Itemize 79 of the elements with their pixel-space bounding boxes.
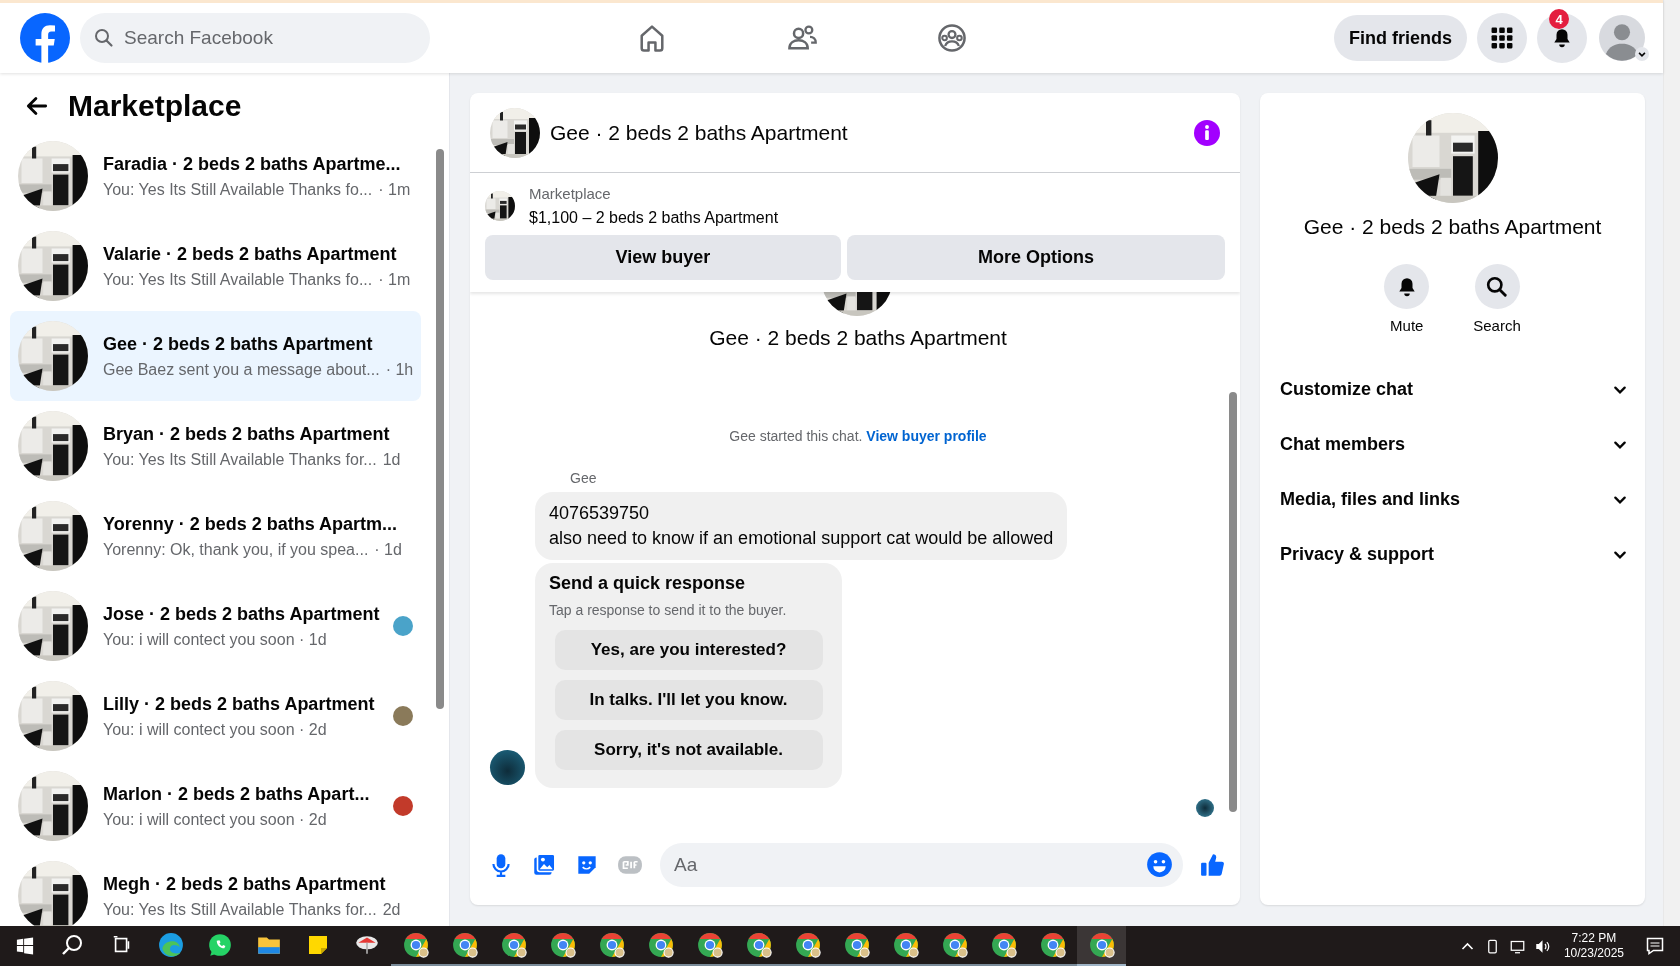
- chat-intro-name: Gee · 2 beds 2 baths Apartment: [709, 326, 1007, 350]
- listing-label: Marketplace: [529, 185, 612, 202]
- message-time: · 1d: [374, 540, 402, 559]
- clock[interactable]: 7:22 PM 10/23/2025: [1563, 931, 1624, 961]
- conversation-name: Yorenny · 2 beds 2 baths Apartm...: [103, 513, 399, 535]
- grid-icon: [1491, 27, 1513, 49]
- conversation-item[interactable]: Jose · 2 beds 2 baths Apartment You: i will contect you soon · 1d: [10, 581, 421, 671]
- conversation-item[interactable]: Valarie · 2 beds 2 baths Apartment You: Yes Its Still Available Thanks fo... · 1m: [10, 221, 421, 311]
- speaker-icon[interactable]: [1534, 938, 1550, 954]
- quick-response-title: Send a quick response: [549, 573, 746, 594]
- message-bubble: 4076539750 also need to know if an emotional support cat would be allowed: [535, 492, 1068, 560]
- message-preview: Yorenny: Ok, thank you, if you spea...: [103, 540, 369, 559]
- avatar: [490, 750, 525, 785]
- quick-response-button[interactable]: Sorry, it's not available.: [554, 730, 823, 770]
- message-field[interactable]: Aa: [660, 843, 1183, 887]
- message-preview: You: Yes Its Still Available Thanks for...: [103, 900, 377, 919]
- chat-title: Gee · 2 beds 2 baths Apartment: [550, 120, 849, 145]
- conversation-name: Faradia · 2 beds 2 baths Apartme...: [103, 153, 402, 175]
- conversation-item[interactable]: Faradia · 2 beds 2 baths Apartme... You: Yes Its Still Available Thanks fo... · 1m: [10, 131, 421, 221]
- section-header[interactable]: Media, files and links: [1260, 472, 1645, 527]
- message-preview: You: Yes Its Still Available Thanks fo...: [103, 180, 373, 199]
- message-preview: Gee Baez sent you a message about...: [103, 360, 380, 379]
- info-icon[interactable]: [1194, 119, 1220, 146]
- image-icon[interactable]: [531, 852, 557, 878]
- message-preview: You: Yes Its Still Available Thanks for...: [103, 450, 377, 469]
- groups-icon[interactable]: [936, 22, 968, 54]
- message-time: 1d: [382, 450, 401, 469]
- view-profile-link[interactable]: View buyer profile: [866, 428, 987, 444]
- conversation-name: Gee · 2 beds 2 baths Apartment: [103, 333, 374, 355]
- notification-icon[interactable]: [1646, 937, 1664, 955]
- emoji-icon[interactable]: [1146, 851, 1173, 878]
- conversation-item[interactable]: Yorenny · 2 beds 2 baths Apartm... Yorenny: Ok, thank you, if you spea... · 1d: [10, 491, 421, 581]
- notifications-button[interactable]: [1537, 13, 1587, 63]
- start-icon[interactable]: [16, 937, 34, 955]
- quick-response-hint: Tap a response to send it to the buyer.: [549, 602, 787, 618]
- section-header[interactable]: Customize chat: [1260, 362, 1645, 417]
- message-time: · 1m: [378, 270, 411, 289]
- conversation-name: Lilly · 2 beds 2 baths Apartment: [103, 693, 376, 715]
- sender-name: Gee: [570, 470, 598, 486]
- message-preview: You: i will contect you soon · 1d: [103, 630, 327, 649]
- message-time: · 1m: [378, 180, 411, 199]
- message-preview: You: i will contect you soon · 2d: [103, 720, 327, 739]
- conversation-name: Jose · 2 beds 2 baths Apartment: [103, 603, 378, 625]
- section-header[interactable]: Privacy & support: [1260, 527, 1645, 582]
- page-title: Marketplace: [68, 89, 242, 123]
- message-time: · 1h: [385, 360, 414, 379]
- caret-icon[interactable]: [1635, 47, 1649, 61]
- network-icon[interactable]: [1509, 938, 1525, 954]
- conversation-item[interactable]: Gee · 2 beds 2 baths Apartment Gee Baez sent you a message about... · 1h: [10, 311, 421, 401]
- find-friends-button[interactable]: Find friends: [1334, 15, 1467, 61]
- browser-icon[interactable]: [1077, 926, 1126, 966]
- search-icon: [94, 28, 114, 48]
- listing-button[interactable]: View buyer: [485, 235, 841, 280]
- seen-avatar: [1196, 799, 1214, 817]
- chat-name: Gee · 2 beds 2 baths Apartment: [1303, 215, 1602, 239]
- logo-icon[interactable]: [20, 13, 70, 63]
- conversation-name: Valarie · 2 beds 2 baths Apartment: [103, 243, 398, 265]
- message-time: 2d: [382, 900, 401, 919]
- conversation-item[interactable]: Bryan · 2 beds 2 baths Apartment You: Yes Its Still Available Thanks for... 1d: [10, 401, 421, 491]
- page-scrollbar[interactable]: [1663, 0, 1680, 926]
- conversation-name: Marlon · 2 beds 2 baths Apart...: [103, 783, 371, 805]
- chat-started-note: Gee started this chat. View buyer profile: [729, 428, 987, 444]
- section-header[interactable]: Chat members: [1260, 417, 1645, 472]
- thumbs-up-icon[interactable]: [1200, 852, 1226, 878]
- message-preview: You: Yes Its Still Available Thanks fo...: [103, 270, 373, 289]
- message-preview: You: i will contect you soon · 2d: [103, 810, 327, 829]
- conversation-item[interactable]: Marlon · 2 beds 2 baths Apart... You: i will contect you soon · 2d: [10, 761, 421, 851]
- search-field[interactable]: Search Facebook: [80, 13, 430, 63]
- conversation-name: Bryan · 2 beds 2 baths Apartment: [103, 423, 391, 445]
- conversation-item[interactable]: Lilly · 2 beds 2 baths Apartment You: i will contect you soon · 2d: [10, 671, 421, 761]
- listing-title: $1,100 – 2 beds 2 baths Apartment: [529, 209, 779, 227]
- quick-response-button[interactable]: Yes, are you interested?: [554, 630, 823, 670]
- search-icon: [1486, 275, 1508, 298]
- conversation-item[interactable]: Megh · 2 beds 2 baths Apartment You: Yes Its Still Available Thanks for... 2d: [10, 851, 421, 926]
- notification-badge: 4: [1549, 9, 1569, 29]
- quick-response-button[interactable]: In talks. I'll let you know.: [554, 680, 823, 720]
- conversation-name: Megh · 2 beds 2 baths Apartment: [103, 873, 387, 895]
- listing-button[interactable]: More Options: [846, 235, 1225, 280]
- menu-button[interactable]: [1477, 13, 1527, 63]
